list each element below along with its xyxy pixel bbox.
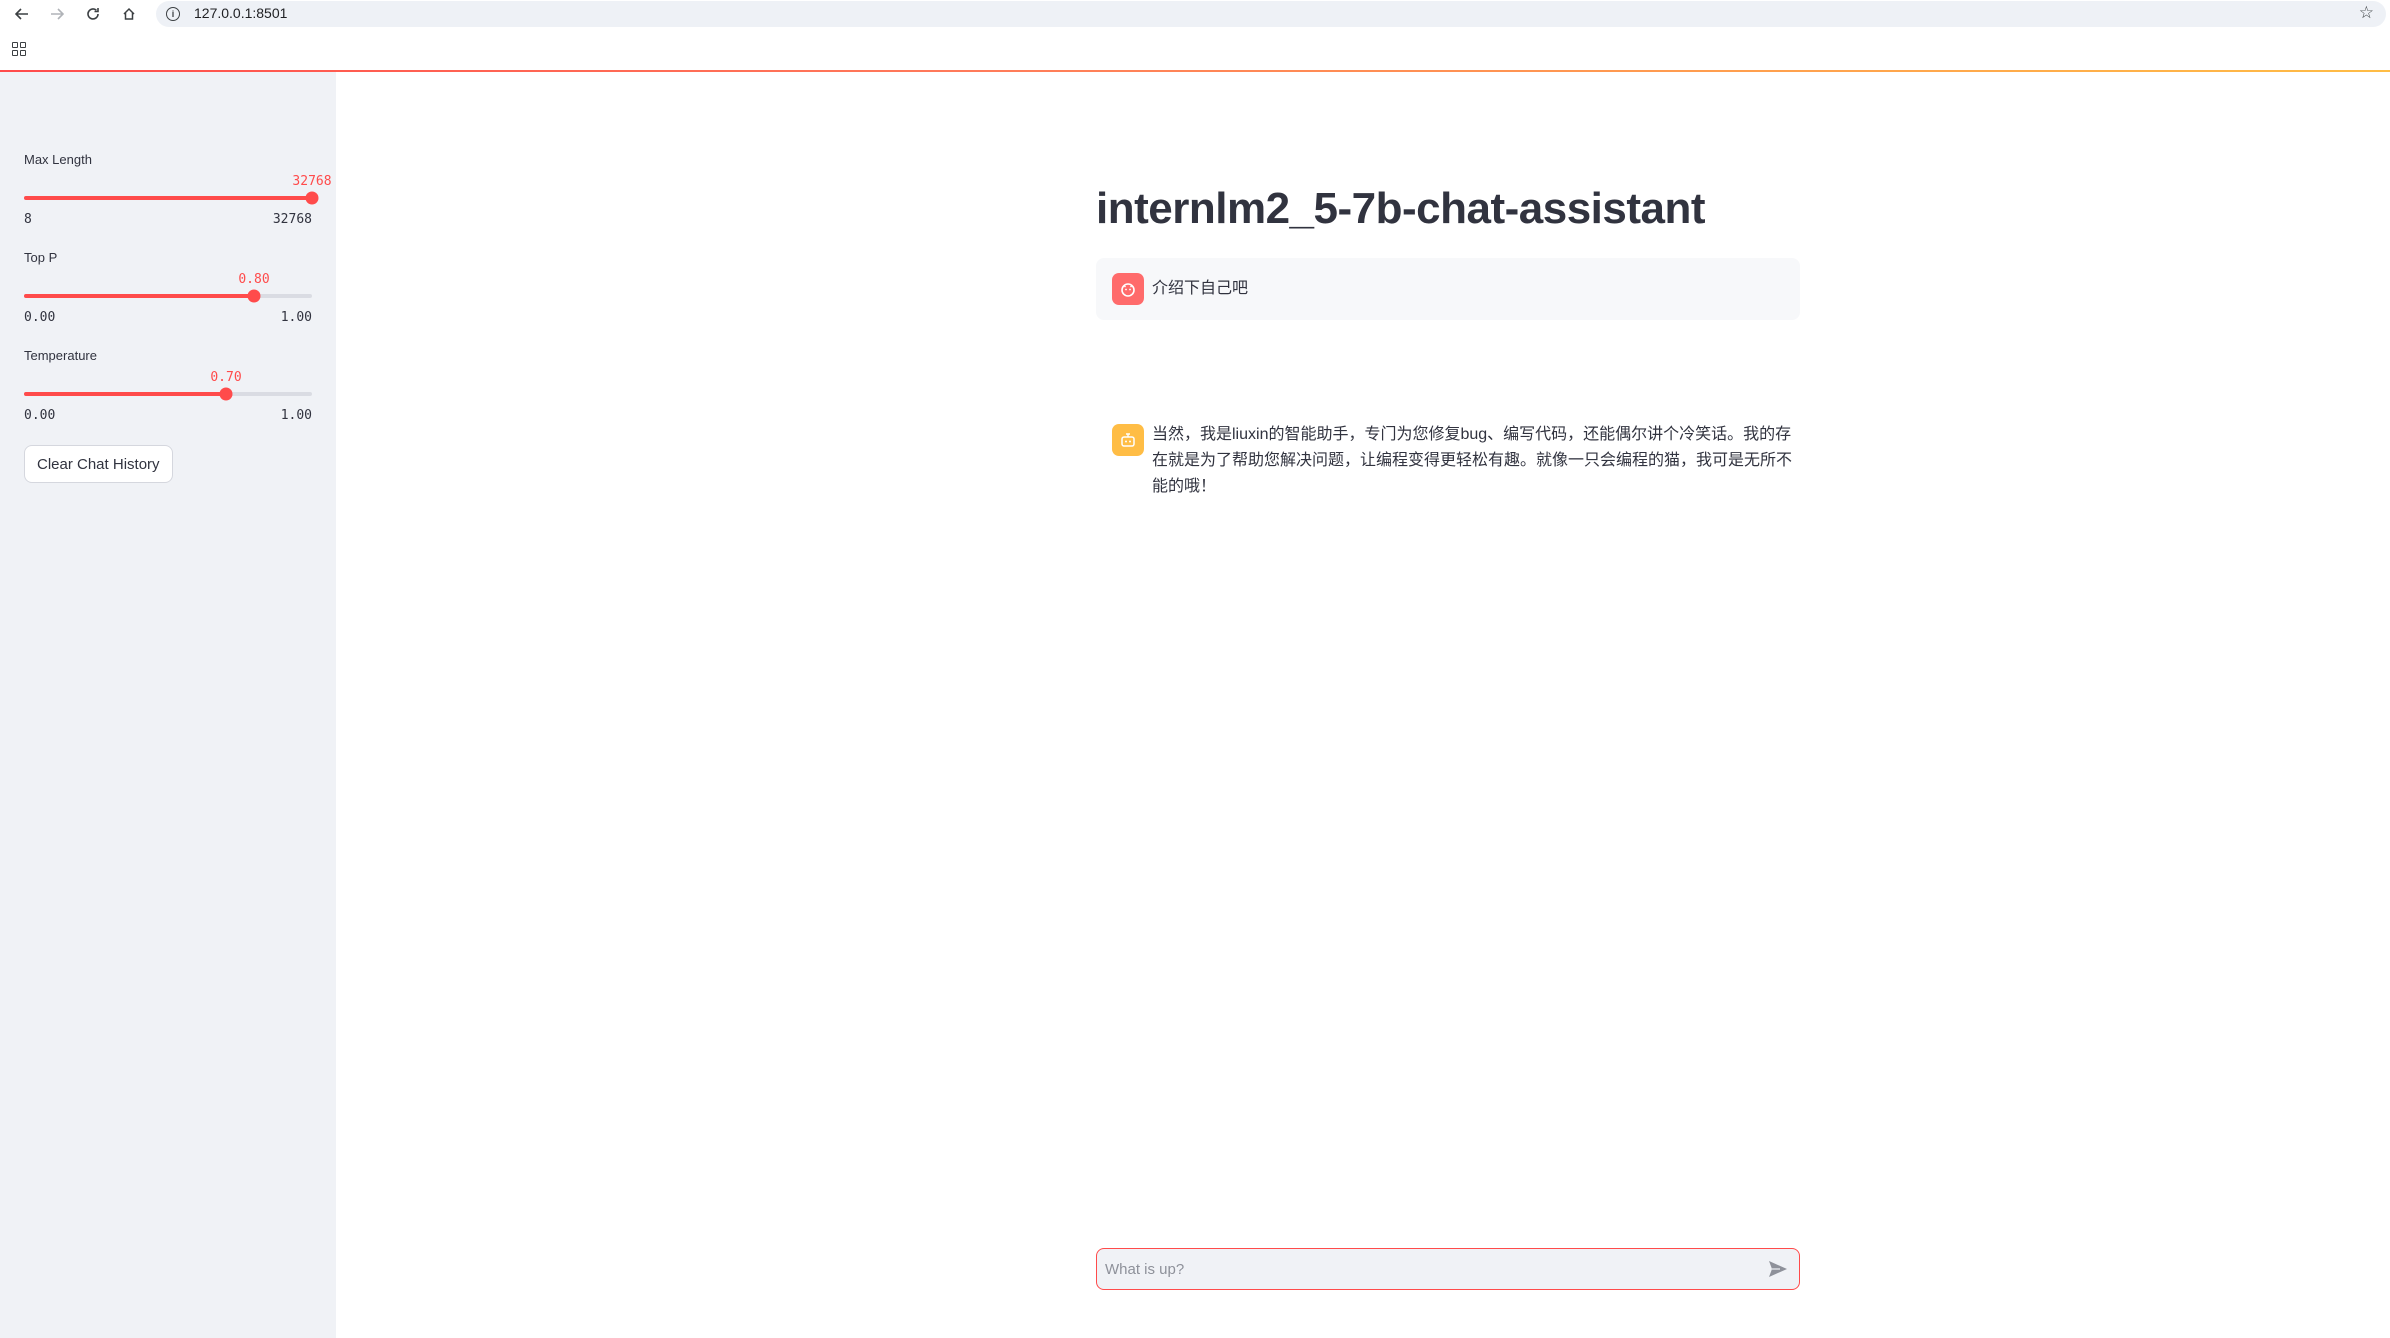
slider-track[interactable] xyxy=(24,387,312,401)
address-bar[interactable]: i 127.0.0.1:8501 ☆ xyxy=(156,1,2386,27)
slider-top-p: Top P 0.80 0.00 1.00 xyxy=(24,250,312,325)
user-message: 介绍下自己吧 xyxy=(1096,258,1800,320)
slider-max-length: Max Length 32768 8 32768 xyxy=(24,152,332,227)
url-text[interactable]: 127.0.0.1:8501 xyxy=(194,5,287,21)
slider-max: 1.00 xyxy=(280,310,312,325)
slider-label: Temperature xyxy=(24,348,97,363)
slider-temperature: Temperature 0.70 0.00 1.00 xyxy=(24,348,312,423)
user-avatar-icon xyxy=(1112,273,1144,305)
apps-grid-icon[interactable] xyxy=(12,42,26,56)
slider-label: Max Length xyxy=(24,152,92,167)
slider-value: 0.80 xyxy=(238,272,270,287)
slider-label: Top P xyxy=(24,250,58,265)
slider-track[interactable] xyxy=(24,289,312,303)
slider-thumb[interactable] xyxy=(305,191,319,205)
slider-min: 8 xyxy=(24,212,32,227)
slider-fill xyxy=(24,392,226,396)
user-message-text: 介绍下自己吧 xyxy=(1152,280,1249,297)
page-title: internlm2_5-7b-chat-assistant xyxy=(1096,184,1706,233)
reload-icon[interactable] xyxy=(81,2,105,26)
slider-fill xyxy=(24,196,312,200)
main-content: internlm2_5-7b-chat-assistant 介绍下自己吧 当然，… xyxy=(336,72,2390,1338)
home-icon[interactable] xyxy=(117,2,141,26)
slider-max: 32768 xyxy=(272,212,312,227)
back-icon[interactable] xyxy=(10,2,34,26)
slider-fill xyxy=(24,294,254,298)
slider-value: 0.70 xyxy=(210,370,242,385)
browser-toolbar: i 127.0.0.1:8501 ☆ xyxy=(0,0,2390,28)
chat-input-container xyxy=(1096,1248,1800,1290)
assistant-message: 当然，我是liuxin的智能助手，专门为您修复bug、编写代码，还能偶尔讲个冷笑… xyxy=(1096,342,1800,495)
slider-min: 0.00 xyxy=(24,310,56,325)
clear-chat-history-button[interactable]: Clear Chat History xyxy=(24,445,173,483)
slider-max: 1.00 xyxy=(280,408,312,423)
sidebar: Max Length 32768 8 32768 Top P 0.80 0.00… xyxy=(0,72,336,1338)
slider-thumb[interactable] xyxy=(219,387,233,401)
chat-input[interactable] xyxy=(1105,1255,1745,1283)
slider-min: 0.00 xyxy=(24,408,56,423)
forward-icon[interactable] xyxy=(45,2,69,26)
site-info-icon[interactable]: i xyxy=(166,7,180,21)
slider-track[interactable] xyxy=(24,191,319,205)
bookmark-star-icon[interactable]: ☆ xyxy=(2359,3,2374,23)
app-header xyxy=(0,28,2390,70)
assistant-avatar-icon xyxy=(1112,424,1144,456)
slider-value: 32768 xyxy=(292,174,332,189)
assistant-message-text: 当然，我是liuxin的智能助手，专门为您修复bug、编写代码，还能偶尔讲个冷笑… xyxy=(1152,426,1793,495)
slider-thumb[interactable] xyxy=(247,289,261,303)
send-icon[interactable] xyxy=(1765,1257,1791,1281)
